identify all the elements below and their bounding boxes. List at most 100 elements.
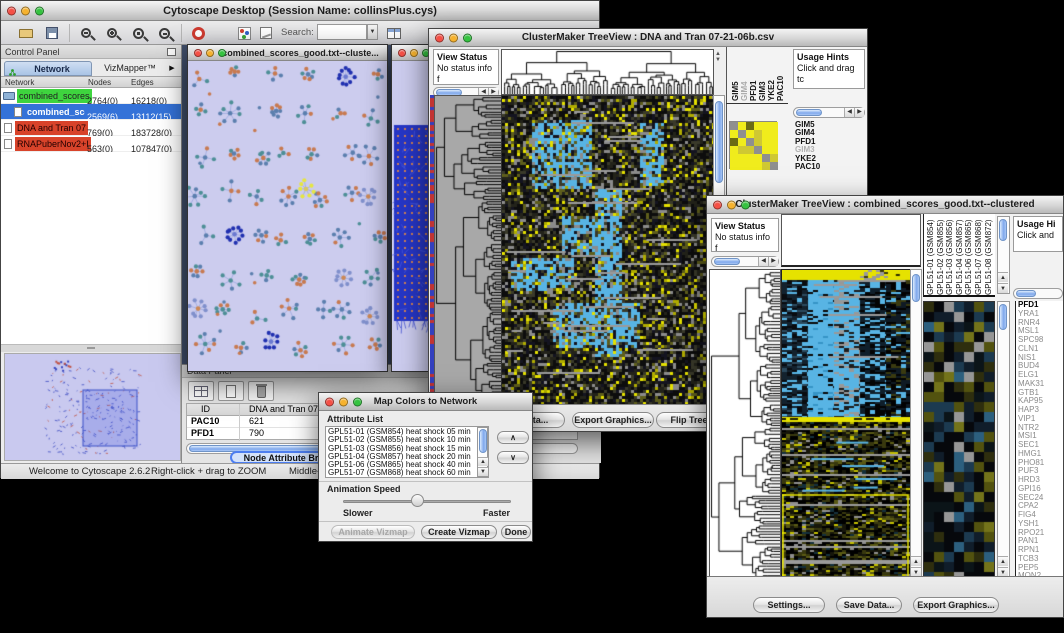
minimize-button[interactable] xyxy=(206,49,214,57)
zoom-fit-button[interactable] xyxy=(153,23,175,43)
tab-network[interactable]: Network xyxy=(4,61,92,76)
hscroll-thumb[interactable] xyxy=(1016,290,1036,297)
vscroll-thumb[interactable] xyxy=(912,274,920,302)
network-list-row[interactable]: DNA and Tran 07769(0)183728(0) xyxy=(1,120,181,136)
gene-list[interactable]: PFD1YRA1RNR4MSL1SPC98CLN1NIS1BUD4ELG1MAK… xyxy=(1015,301,1064,581)
zoom-button[interactable] xyxy=(218,49,226,57)
create-attribute-button[interactable] xyxy=(218,381,244,401)
animation-slider-thumb[interactable] xyxy=(411,494,424,507)
settings-button[interactable]: Settings... xyxy=(753,597,825,613)
zoom-selected-button[interactable] xyxy=(127,23,149,43)
attribute-list-vscrollbar[interactable]: ▲▼ xyxy=(477,427,488,477)
zoom-vscrollbar[interactable]: ▲▼ xyxy=(997,301,1010,578)
zoom-in-button[interactable] xyxy=(101,23,123,43)
close-button[interactable] xyxy=(398,49,406,57)
vscroll-thumb[interactable] xyxy=(479,429,487,453)
labels-vscrollbar[interactable]: ▲▼ xyxy=(997,216,1010,294)
move-down-button[interactable]: ∨ xyxy=(497,451,529,464)
attribute-listbox[interactable]: GPL51-01 (GSM854) heat shock 05 minGPL51… xyxy=(325,426,489,478)
vscroll-thumb[interactable] xyxy=(999,219,1007,241)
zoomed-heatmap-canvas[interactable] xyxy=(923,301,995,580)
hscroll-thumb[interactable] xyxy=(714,258,740,265)
matrix-cell xyxy=(730,130,738,138)
row-dendrogram-canvas[interactable] xyxy=(434,95,503,406)
annotation-button[interactable] xyxy=(255,23,277,43)
zoom-button[interactable] xyxy=(353,397,362,406)
close-button[interactable] xyxy=(435,33,444,42)
move-up-button[interactable]: ∧ xyxy=(497,431,529,444)
save-data-button[interactable]: Save Data... xyxy=(836,597,902,613)
dendrogram-mini-arrows[interactable]: ▲▼ xyxy=(715,51,721,63)
matrix-cell xyxy=(738,130,746,138)
close-button[interactable] xyxy=(7,6,16,15)
column-header-nodes[interactable]: Nodes xyxy=(88,78,111,87)
heatmap-vscrollbar[interactable]: ▲▼ xyxy=(910,269,922,578)
tab-overflow-button[interactable]: ▶ xyxy=(166,63,178,75)
close-button[interactable] xyxy=(325,397,334,406)
export-graphics-button[interactable]: Export Graphics... xyxy=(913,597,999,613)
array-column-label: GPL51-01 (GSM854) xyxy=(926,219,935,295)
vscroll-thumb[interactable] xyxy=(715,101,723,183)
network-list-row[interactable]: combined_sco2569(6)13112(15) xyxy=(1,104,181,120)
import-table-button[interactable] xyxy=(383,23,405,43)
row-dendrogram-canvas[interactable] xyxy=(709,269,781,580)
minimize-button[interactable] xyxy=(21,6,30,15)
matrix-gene-label: PAC10 xyxy=(795,163,820,171)
zoom-button[interactable] xyxy=(35,6,44,15)
network-list: combined_scores2764(0)16218(0)combined_s… xyxy=(1,88,181,152)
main-title-bar[interactable]: Cytoscape Desktop (Session Name: collins… xyxy=(1,1,599,21)
zoom-button[interactable] xyxy=(741,200,750,209)
toolbar-separator xyxy=(181,24,182,42)
network-graph-canvas[interactable] xyxy=(188,61,387,371)
create-vizmap-button[interactable]: Create Vizmap xyxy=(421,525,497,539)
done-button[interactable]: Done xyxy=(501,525,531,539)
save-button[interactable] xyxy=(41,23,63,43)
minimize-button[interactable] xyxy=(339,397,348,406)
id-column-header[interactable]: ID xyxy=(201,404,210,414)
panel-splitter[interactable] xyxy=(1,345,181,352)
open-file-button[interactable] xyxy=(15,23,37,43)
zoom-button[interactable] xyxy=(463,33,472,42)
vizmapper-button[interactable] xyxy=(233,23,255,43)
attribute-select-button[interactable] xyxy=(188,381,214,401)
network-overview-canvas[interactable] xyxy=(4,353,181,461)
column-header-edges[interactable]: Edges xyxy=(131,78,154,87)
export-graphics-button[interactable]: Export Graphics... xyxy=(572,412,654,428)
treeview-combined-title-bar[interactable]: ClusterMaker TreeView : combined_scores_… xyxy=(707,196,1063,214)
network-window-title-bar[interactable]: combined_scores_good.txt--cluste... xyxy=(188,45,387,61)
usage-hints-title: Usage Hi xyxy=(1017,219,1056,229)
column-dendrogram-canvas[interactable] xyxy=(501,49,714,95)
treeview-dna-title-bar[interactable]: ClusterMaker TreeView : DNA and Tran 07-… xyxy=(429,29,867,47)
attribute-grid-icon xyxy=(194,386,208,397)
help-button[interactable] xyxy=(187,23,209,43)
search-dropdown-button[interactable]: ▼ xyxy=(367,24,378,40)
column-header-network[interactable]: Network xyxy=(5,78,34,87)
network-list-row[interactable]: RNAPuberNov2+I563(0)107847(0) xyxy=(1,136,181,152)
hscroll-thumb[interactable] xyxy=(796,109,822,116)
network-list-row[interactable]: combined_scores2764(0)16218(0) xyxy=(1,88,181,104)
animate-vizmap-button[interactable]: Animate Vizmap xyxy=(331,525,415,539)
minimize-button[interactable] xyxy=(727,200,736,209)
zoom-out-button[interactable] xyxy=(75,23,97,43)
float-panel-icon[interactable] xyxy=(167,48,176,56)
tab-vizmapper[interactable]: VizMapper™ xyxy=(94,61,166,76)
dialog-title-bar[interactable]: Map Colors to Network xyxy=(319,393,532,411)
vscroll-thumb[interactable] xyxy=(999,304,1007,330)
matrix-gene-list[interactable]: GIM5GIM4PFD1GIM3YKE2PAC10 xyxy=(795,121,820,171)
usage-hscrollbar[interactable]: ◀▶ xyxy=(793,107,865,118)
close-button[interactable] xyxy=(194,49,202,57)
attribute-list-item[interactable]: GPL51-07 (GSM868) heat shock 60 min xyxy=(328,469,486,477)
minimize-button[interactable] xyxy=(449,33,458,42)
animation-slider-track[interactable] xyxy=(343,500,511,503)
network-file-icon xyxy=(4,123,12,133)
delete-attribute-button[interactable] xyxy=(248,381,274,401)
status-welcome: Welcome to Cytoscape 2.6.2 xyxy=(29,466,150,477)
close-button[interactable] xyxy=(713,200,722,209)
minimize-button[interactable] xyxy=(410,49,418,57)
heatmap-canvas[interactable] xyxy=(781,269,911,580)
search-input[interactable] xyxy=(317,24,367,40)
heatmap-canvas[interactable] xyxy=(501,95,714,406)
usage-hscrollbar[interactable] xyxy=(1013,288,1063,299)
correlation-matrix[interactable] xyxy=(729,121,777,169)
view-status-hscrollbar[interactable]: ◀▶ xyxy=(711,256,779,267)
